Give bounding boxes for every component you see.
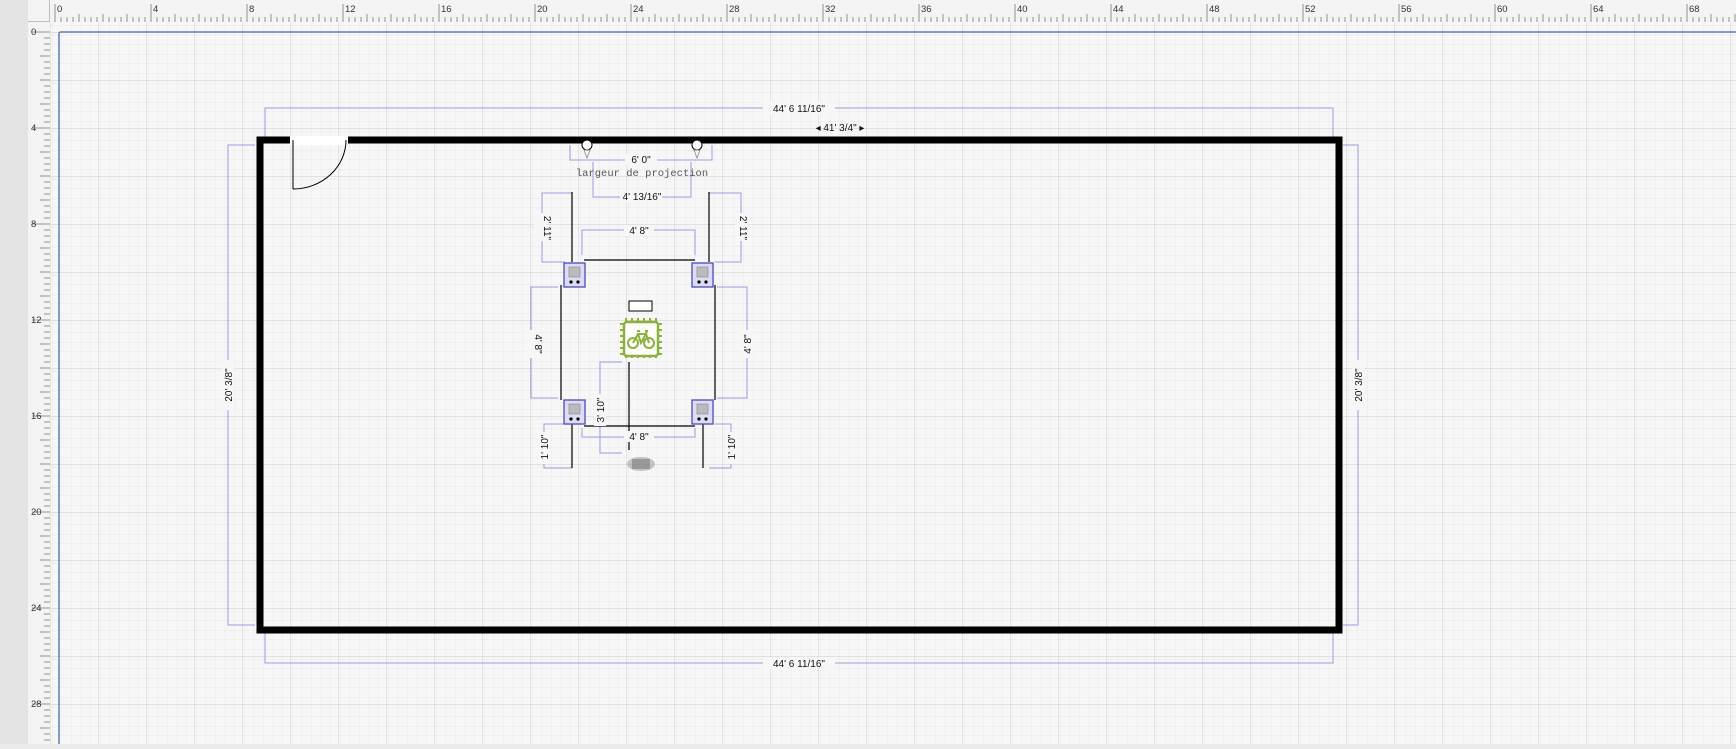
horizontal-ruler[interactable]: 0 4 8 12 16 20 24 28 32 36 40 44 48 52 56 60 64 68 — [50, 0, 1736, 23]
ruler-label: 56 — [1401, 4, 1412, 15]
ruler-label: 20 — [31, 507, 42, 518]
dimension-right-bottom[interactable]: 1' 10" — [727, 434, 738, 459]
ruler-label: 16 — [441, 4, 452, 15]
dimension-left-top[interactable]: 2' 11" — [541, 216, 552, 241]
ruler-label: 4 — [153, 4, 158, 15]
ruler-label: 52 — [1305, 4, 1316, 15]
vertical-ruler-scale: 0 4 8 12 16 20 24 28 — [31, 27, 50, 741]
dimension-bottom-outer[interactable]: 44' 6 11/16" — [773, 659, 825, 670]
dimension-right-top[interactable]: 2' 11" — [737, 216, 748, 241]
ruler-label: 60 — [1497, 4, 1508, 15]
ruler-label: 20 — [537, 4, 548, 15]
horizontal-ruler-scale: 0 4 8 12 16 20 24 28 32 36 40 44 48 52 56 60 64 68 — [54, 4, 1736, 22]
dimension-left-bottom[interactable]: 1' 10" — [540, 434, 551, 459]
floor-plan[interactable]: 44' 6 11/16" ◂ 41' 3/4" ▸ 44' 6 11/16" 2… — [50, 22, 1736, 744]
ruler-label: 12 — [31, 315, 42, 326]
ruler-label: 0 — [57, 4, 62, 15]
door-opening — [290, 136, 348, 145]
dimension-top-span[interactable]: 4' 8" — [629, 226, 649, 237]
dimension-right-height[interactable]: 20' 3/8" — [1354, 368, 1365, 402]
projection-inner-span[interactable]: 4' 13/16" — [623, 192, 662, 203]
ruler-label: 68 — [1689, 4, 1700, 15]
ruler-label: 28 — [729, 4, 740, 15]
ruler-label: 28 — [31, 699, 42, 710]
ruler-label: 0 — [31, 27, 36, 38]
ruler-label: 4 — [31, 123, 36, 134]
left-gutter — [0, 0, 28, 744]
ruler-label: 8 — [31, 219, 36, 230]
speaker-icon[interactable] — [563, 399, 586, 425]
ruler-label: 24 — [633, 4, 644, 15]
dimension-top-outer[interactable]: 44' 6 11/16" — [773, 104, 825, 115]
ruler-label: 40 — [1017, 4, 1028, 15]
dimension-center-offset[interactable]: 3' 10" — [596, 397, 607, 422]
ruler-label: 44 — [1113, 4, 1124, 15]
vertical-ruler[interactable]: 0 4 8 12 16 20 24 28 — [28, 22, 51, 744]
dimension-left-side[interactable]: 4' 8" — [532, 334, 543, 354]
projection-width[interactable]: 6' 0" — [631, 155, 651, 166]
screen-icon[interactable] — [628, 300, 653, 312]
ruler-label: 24 — [31, 603, 42, 614]
speaker-icon[interactable] — [691, 262, 714, 288]
ruler-label: 8 — [249, 4, 254, 15]
dimension-inner-width[interactable]: ◂ 41' 3/4" ▸ — [816, 123, 865, 134]
ruler-label: 16 — [31, 411, 42, 422]
dimension-left-height[interactable]: 20' 3/8" — [224, 368, 235, 402]
dimension-bottom-span[interactable]: 4' 8" — [629, 432, 649, 443]
ruler-label: 64 — [1593, 4, 1604, 15]
ruler-corner — [28, 0, 50, 22]
speaker-icon[interactable] — [563, 262, 586, 288]
speaker-icon[interactable] — [691, 399, 714, 425]
grid — [50, 22, 1736, 744]
ruler-label: 48 — [1209, 4, 1220, 15]
ruler-label: 32 — [825, 4, 836, 15]
drawing-canvas[interactable]: 44' 6 11/16" ◂ 41' 3/4" ▸ 44' 6 11/16" 2… — [50, 22, 1736, 744]
ruler-label: 12 — [345, 4, 356, 15]
ruler-label: 36 — [921, 4, 932, 15]
blurred-object-icon[interactable] — [627, 457, 655, 471]
bicycle-chip-icon[interactable] — [620, 318, 662, 358]
dimension-right-side[interactable]: 4' 8" — [743, 334, 754, 354]
projection-caption[interactable]: largeur de projection — [576, 168, 708, 180]
